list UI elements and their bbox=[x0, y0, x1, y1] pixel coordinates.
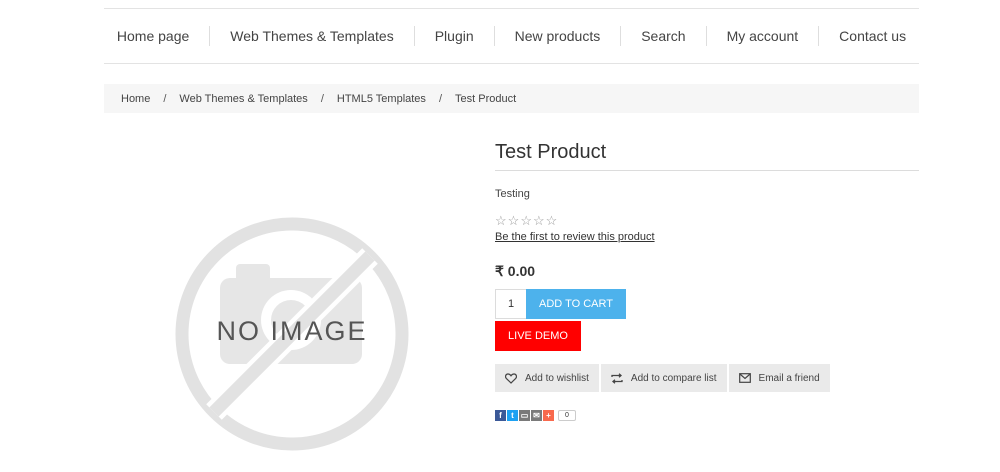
first-review-link[interactable]: Be the first to review this product bbox=[495, 231, 655, 243]
heart-icon bbox=[505, 372, 517, 384]
star-outline-icon: ☆ bbox=[520, 213, 532, 228]
print-icon[interactable]: ▭ bbox=[519, 410, 530, 421]
nav-home-page[interactable]: Home page bbox=[97, 26, 209, 46]
twitter-icon[interactable]: t bbox=[507, 410, 518, 421]
breadcrumb-separator: / bbox=[320, 92, 324, 105]
email-friend-label: Email a friend bbox=[758, 372, 820, 384]
breadcrumb-separator: / bbox=[438, 92, 442, 105]
nav-my-account[interactable]: My account bbox=[705, 26, 819, 46]
product-title: Test Product bbox=[495, 140, 919, 171]
nav-new-products[interactable]: New products bbox=[493, 26, 621, 46]
envelope-icon bbox=[738, 373, 751, 383]
live-demo-button[interactable]: LIVE DEMO bbox=[495, 321, 581, 351]
breadcrumb-separator: / bbox=[163, 92, 167, 105]
add-to-cart-button[interactable]: ADD TO CART bbox=[526, 289, 626, 319]
product-actions: Add to wishlist Add to compare list Emai… bbox=[495, 364, 919, 392]
nav-contact-us[interactable]: Contact us bbox=[818, 26, 926, 46]
product-image[interactable]: NO IMAGE bbox=[170, 212, 414, 456]
share-bar: f t ▭ ✉ + 0 bbox=[495, 410, 919, 421]
breadcrumb-current: Test Product bbox=[455, 92, 517, 105]
star-outline-icon: ☆ bbox=[532, 213, 545, 228]
breadcrumb-web-themes-templates[interactable]: Web Themes & Templates bbox=[179, 93, 307, 105]
no-image-placeholder-icon: NO IMAGE bbox=[175, 217, 409, 451]
nav-search[interactable]: Search bbox=[620, 26, 705, 46]
share-count: 0 bbox=[558, 410, 576, 421]
breadcrumb-home[interactable]: Home bbox=[121, 93, 150, 105]
email-friend-button[interactable]: Email a friend bbox=[728, 364, 830, 392]
add-to-wishlist-button[interactable]: Add to wishlist bbox=[495, 364, 599, 392]
quantity-input[interactable] bbox=[495, 289, 526, 319]
breadcrumb: Home / Web Themes & Templates / HTML5 Te… bbox=[104, 84, 919, 113]
add-to-wishlist-label: Add to wishlist bbox=[525, 372, 589, 384]
star-outline-icon: ☆ bbox=[507, 213, 520, 228]
breadcrumb-html5-templates[interactable]: HTML5 Templates bbox=[337, 93, 426, 105]
star-outline-icon: ☆ bbox=[495, 213, 507, 228]
facebook-icon[interactable]: f bbox=[495, 410, 506, 421]
add-to-cart-row: ADD TO CART bbox=[495, 289, 919, 319]
nav-web-themes-templates[interactable]: Web Themes & Templates bbox=[209, 26, 413, 46]
plus-icon[interactable]: + bbox=[543, 410, 554, 421]
product-description: Testing bbox=[495, 188, 530, 200]
email-icon[interactable]: ✉ bbox=[531, 410, 542, 421]
rating-stars: ☆ ☆ ☆ ☆ ☆ bbox=[495, 213, 919, 228]
top-navigation: Home page Web Themes & Templates Plugin … bbox=[104, 8, 919, 64]
star-outline-icon: ☆ bbox=[545, 213, 558, 228]
add-to-compare-button[interactable]: Add to compare list bbox=[600, 364, 727, 392]
compare-icon bbox=[611, 372, 623, 384]
no-image-text: NO IMAGE bbox=[216, 316, 367, 346]
add-to-compare-label: Add to compare list bbox=[630, 372, 717, 384]
nav-plugin[interactable]: Plugin bbox=[413, 26, 494, 46]
product-price: ₹ 0.00 bbox=[495, 263, 536, 279]
product-info: Test Product Testing ☆ ☆ ☆ ☆ ☆ Be the fi… bbox=[495, 140, 919, 421]
